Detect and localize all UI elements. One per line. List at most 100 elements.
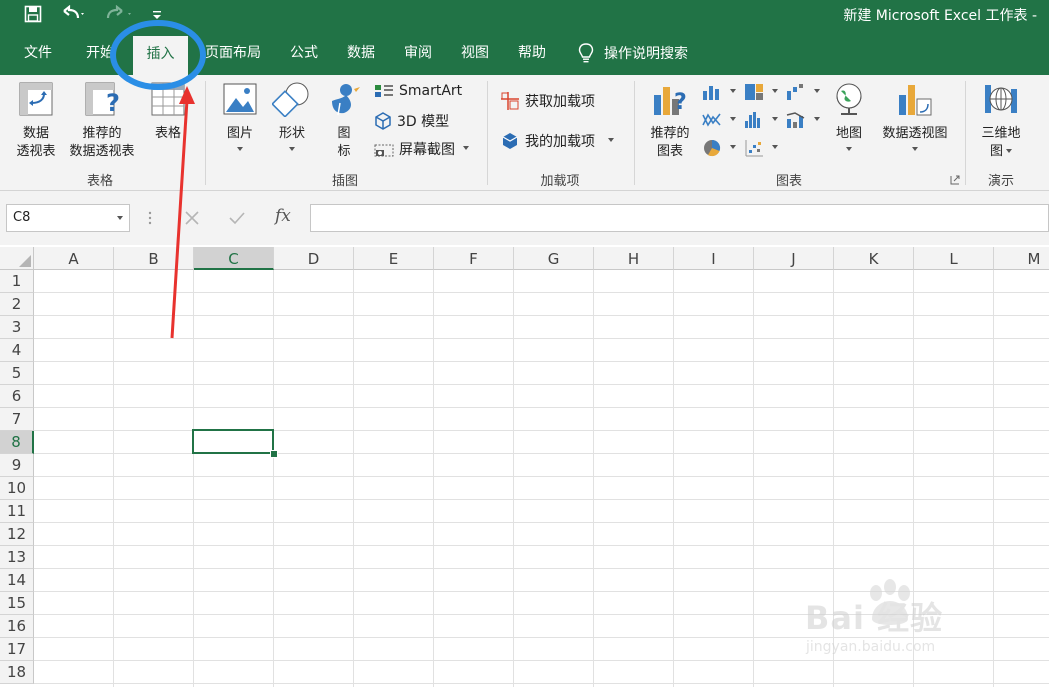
- 3d-map-icon: [985, 85, 1017, 113]
- scatter-chart-icon: [745, 140, 763, 157]
- recommended-pivot-button[interactable]: ? 推荐的 数据透视表: [64, 81, 140, 161]
- column-chart-button[interactable]: [702, 83, 736, 101]
- column-header[interactable]: B: [114, 247, 194, 270]
- pictures-button[interactable]: 图片: [218, 81, 262, 151]
- row-header[interactable]: 16: [0, 615, 34, 638]
- get-addins-label: 获取加载项: [525, 94, 595, 110]
- tab-view[interactable]: 视图: [452, 30, 498, 75]
- enter-check-icon[interactable]: [228, 210, 246, 226]
- formula-input[interactable]: [310, 204, 1049, 232]
- column-header[interactable]: G: [514, 247, 594, 270]
- recommended-charts-button[interactable]: ? 推荐的 图表: [644, 81, 696, 161]
- lightbulb-icon: [578, 42, 594, 62]
- pivot-chart-label: 数据透视图: [882, 126, 948, 141]
- column-header[interactable]: K: [834, 247, 914, 270]
- row-header[interactable]: 2: [0, 293, 34, 316]
- watermark-url: jingyan.baidu.com: [806, 639, 936, 655]
- tab-data[interactable]: 数据: [338, 30, 384, 75]
- maps-label: 地图: [835, 126, 862, 141]
- table-label: 表格: [154, 126, 181, 141]
- drag-handle-icon[interactable]: [148, 211, 152, 225]
- row-header[interactable]: 12: [0, 523, 34, 546]
- row-header[interactable]: 3: [0, 316, 34, 339]
- smartart-icon: [375, 85, 393, 97]
- row-header[interactable]: 18: [0, 661, 34, 684]
- insert-function-icon[interactable]: fx: [275, 206, 291, 226]
- customize-qat-icon[interactable]: [152, 4, 162, 24]
- tab-home[interactable]: 开始: [76, 30, 124, 75]
- hierarchy-chart-icon: [745, 84, 763, 100]
- row-header[interactable]: 11: [0, 500, 34, 523]
- select-all-corner[interactable]: [0, 247, 34, 270]
- row-header-selected[interactable]: 8: [0, 431, 34, 454]
- row-header[interactable]: 17: [0, 638, 34, 661]
- 3d-models-button[interactable]: 3D 模型: [374, 111, 449, 131]
- redo-icon[interactable]: [104, 4, 138, 24]
- line-chart-icon: [702, 113, 721, 127]
- maps-button[interactable]: 地图: [828, 81, 870, 151]
- icons-button[interactable]: 图标: [324, 81, 364, 161]
- row-header[interactable]: 4: [0, 339, 34, 362]
- combo-chart-button[interactable]: [786, 111, 820, 129]
- row-header[interactable]: 1: [0, 270, 34, 293]
- cancel-icon[interactable]: [184, 210, 200, 226]
- 3d-map-button[interactable]: 三维地图: [974, 81, 1028, 161]
- pie-chart-button[interactable]: [702, 139, 736, 157]
- tab-help[interactable]: 帮助: [509, 30, 555, 75]
- statistic-chart-button[interactable]: [744, 111, 778, 129]
- tab-formulas[interactable]: 公式: [281, 30, 327, 75]
- tab-file[interactable]: 文件: [14, 30, 62, 75]
- fill-handle[interactable]: [270, 450, 278, 458]
- 3d-map-label: 三维地图: [981, 126, 1021, 159]
- recommended-charts-icon: ?: [654, 87, 687, 115]
- pivot-chart-button[interactable]: 数据透视图: [872, 81, 958, 151]
- row-header[interactable]: 6: [0, 385, 34, 408]
- smartart-button[interactable]: SmartArt: [374, 83, 462, 99]
- shapes-button[interactable]: 形状: [268, 81, 316, 151]
- undo-icon[interactable]: [60, 4, 86, 24]
- row-header[interactable]: 15: [0, 592, 34, 615]
- row-header[interactable]: 7: [0, 408, 34, 431]
- icons-icon: [332, 84, 360, 116]
- my-addins-button[interactable]: 我的加载项: [500, 131, 614, 151]
- row-header[interactable]: 14: [0, 569, 34, 592]
- shapes-icon: [271, 82, 309, 118]
- table-icon: [151, 82, 185, 116]
- row-header[interactable]: 10: [0, 477, 34, 500]
- waterfall-chart-button[interactable]: [786, 83, 820, 101]
- tell-me-search[interactable]: 操作说明搜索: [578, 30, 688, 75]
- column-header[interactable]: F: [434, 247, 514, 270]
- row-header[interactable]: 5: [0, 362, 34, 385]
- save-icon[interactable]: [24, 4, 42, 24]
- column-header[interactable]: A: [34, 247, 114, 270]
- column-header[interactable]: J: [754, 247, 834, 270]
- column-header[interactable]: H: [594, 247, 674, 270]
- hierarchy-chart-button[interactable]: [744, 83, 778, 101]
- ribbon-insert: 数据 透视表 ? 推荐的 数据透视表 表格 表格 图片 形状 图标 SmartArt…: [0, 75, 1049, 191]
- store-icon: [501, 92, 519, 110]
- group-separator: [205, 81, 206, 185]
- tab-insert[interactable]: 插入: [133, 36, 188, 75]
- screenshot-button[interactable]: 屏幕截图: [374, 139, 469, 159]
- formula-bar: C8 fx: [0, 191, 1049, 245]
- svg-text:?: ?: [106, 89, 120, 117]
- column-header-selected[interactable]: C: [194, 247, 274, 270]
- line-chart-button[interactable]: [702, 111, 736, 129]
- tab-review[interactable]: 审阅: [395, 30, 441, 75]
- name-box[interactable]: C8: [6, 204, 130, 232]
- row-header[interactable]: 9: [0, 454, 34, 477]
- scatter-chart-button[interactable]: [744, 139, 778, 157]
- row-header[interactable]: 13: [0, 546, 34, 569]
- pivot-chart-icon: [899, 85, 932, 116]
- tab-page-layout[interactable]: 页面布局: [200, 30, 266, 75]
- dialog-launcher-icon[interactable]: [950, 175, 960, 185]
- table-button[interactable]: 表格: [148, 81, 188, 143]
- column-header[interactable]: E: [354, 247, 434, 270]
- column-header[interactable]: D: [274, 247, 354, 270]
- get-addins-button[interactable]: 获取加载项: [500, 91, 595, 111]
- column-header[interactable]: M: [994, 247, 1049, 270]
- column-header[interactable]: I: [674, 247, 754, 270]
- active-cell[interactable]: [192, 429, 274, 454]
- column-header[interactable]: L: [914, 247, 994, 270]
- pivot-table-button[interactable]: 数据 透视表: [10, 81, 62, 161]
